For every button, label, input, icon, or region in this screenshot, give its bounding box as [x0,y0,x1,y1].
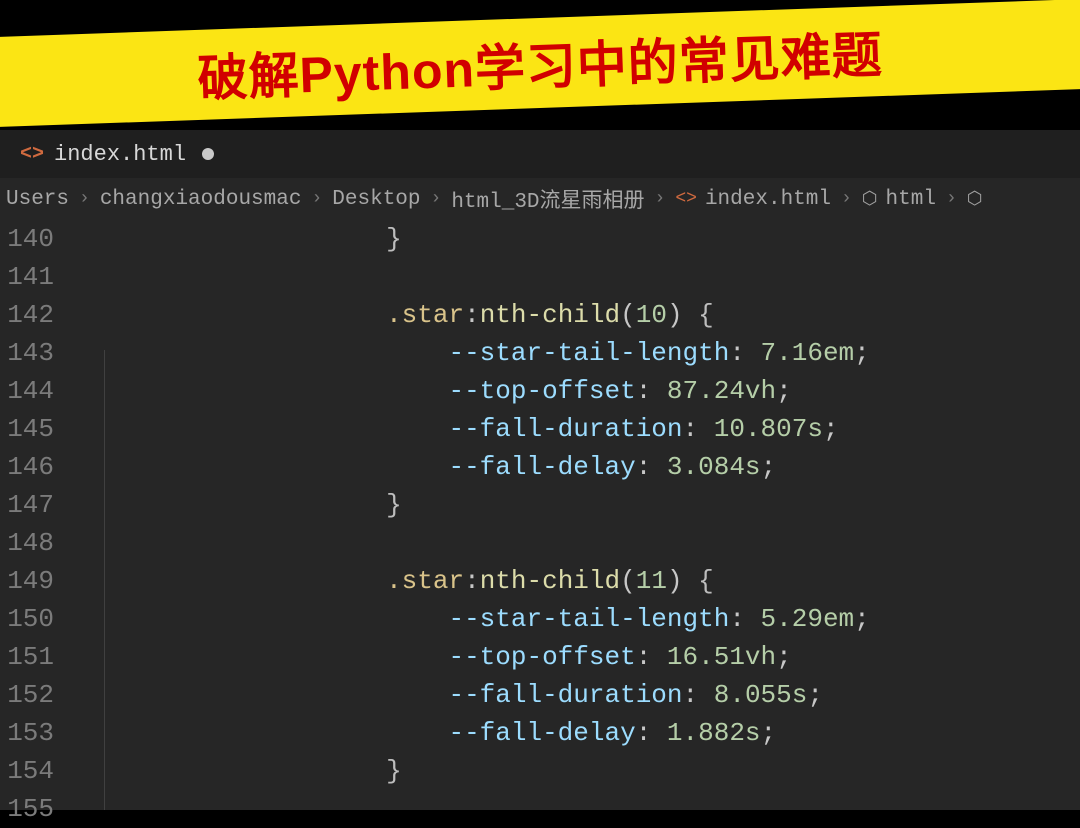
banner-title: 破解Python学习中的常见难题 [196,15,884,111]
code-line[interactable]: --fall-delay: 3.084s; [74,448,1080,486]
indent-guide [104,350,105,810]
code-line[interactable] [74,790,1080,828]
chevron-right-icon: › [73,189,96,209]
breadcrumb[interactable]: Users › changxiaodousmac › Desktop › htm… [0,178,1080,220]
line-number: 155 [0,790,54,828]
code-icon: <> [20,143,44,166]
code-editor: <> index.html Users › changxiaodousmac ›… [0,130,1080,810]
tab-filename: index.html [54,142,186,167]
modified-dot-icon [202,148,214,160]
code-line[interactable]: --top-offset: 16.51vh; [74,638,1080,676]
code-line[interactable]: --star-tail-length: 5.29em; [74,600,1080,638]
line-number: 149 [0,562,54,600]
breadcrumb-item[interactable]: changxiaodousmac [100,188,302,211]
line-number: 153 [0,714,54,752]
line-gutter: 1401411421431441451461471481491501511521… [0,220,74,828]
line-number: 143 [0,334,54,372]
breadcrumb-item[interactable]: Users [6,188,69,211]
code-line[interactable]: } [74,486,1080,524]
code-line[interactable]: } [74,220,1080,258]
banner-zone: 破解Python学习中的常见难题 [0,0,1080,130]
code-content[interactable]: } .star:nth-child(10) { --star-tail-leng… [74,220,1080,828]
tab-index-html[interactable]: <> index.html [6,130,228,178]
chevron-right-icon: › [835,189,858,209]
code-line[interactable]: .star:nth-child(11) { [74,562,1080,600]
cube-icon: ⬡ [862,188,878,210]
line-number: 154 [0,752,54,790]
code-line[interactable]: .star:nth-child(10) { [74,296,1080,334]
code-area[interactable]: 1401411421431441451461471481491501511521… [0,220,1080,828]
line-number: 148 [0,524,54,562]
line-number: 151 [0,638,54,676]
line-number: 150 [0,600,54,638]
tab-bar: <> index.html [0,130,1080,178]
chevron-right-icon: › [305,189,328,209]
code-line[interactable]: --top-offset: 87.24vh; [74,372,1080,410]
code-line[interactable]: } [74,752,1080,790]
code-line[interactable]: --fall-duration: 10.807s; [74,410,1080,448]
code-line[interactable]: --star-tail-length: 7.16em; [74,334,1080,372]
line-number: 152 [0,676,54,714]
banner-bar: 破解Python学习中的常见难题 [0,0,1080,128]
code-line[interactable]: --fall-duration: 8.055s; [74,676,1080,714]
breadcrumb-item[interactable]: html_3D流星雨相册 [451,184,644,214]
breadcrumb-item[interactable]: html [886,188,936,211]
line-number: 146 [0,448,54,486]
breadcrumb-item[interactable]: index.html [705,188,831,211]
code-line[interactable] [74,524,1080,562]
line-number: 142 [0,296,54,334]
code-icon: <> [675,189,697,209]
line-number: 145 [0,410,54,448]
cube-icon: ⬡ [967,188,983,210]
line-number: 141 [0,258,54,296]
chevron-right-icon: › [425,189,448,209]
code-line[interactable]: --fall-delay: 1.882s; [74,714,1080,752]
breadcrumb-item[interactable]: Desktop [332,188,420,211]
line-number: 140 [0,220,54,258]
chevron-right-icon: › [649,189,672,209]
chevron-right-icon: › [940,189,963,209]
code-line[interactable] [74,258,1080,296]
line-number: 144 [0,372,54,410]
line-number: 147 [0,486,54,524]
